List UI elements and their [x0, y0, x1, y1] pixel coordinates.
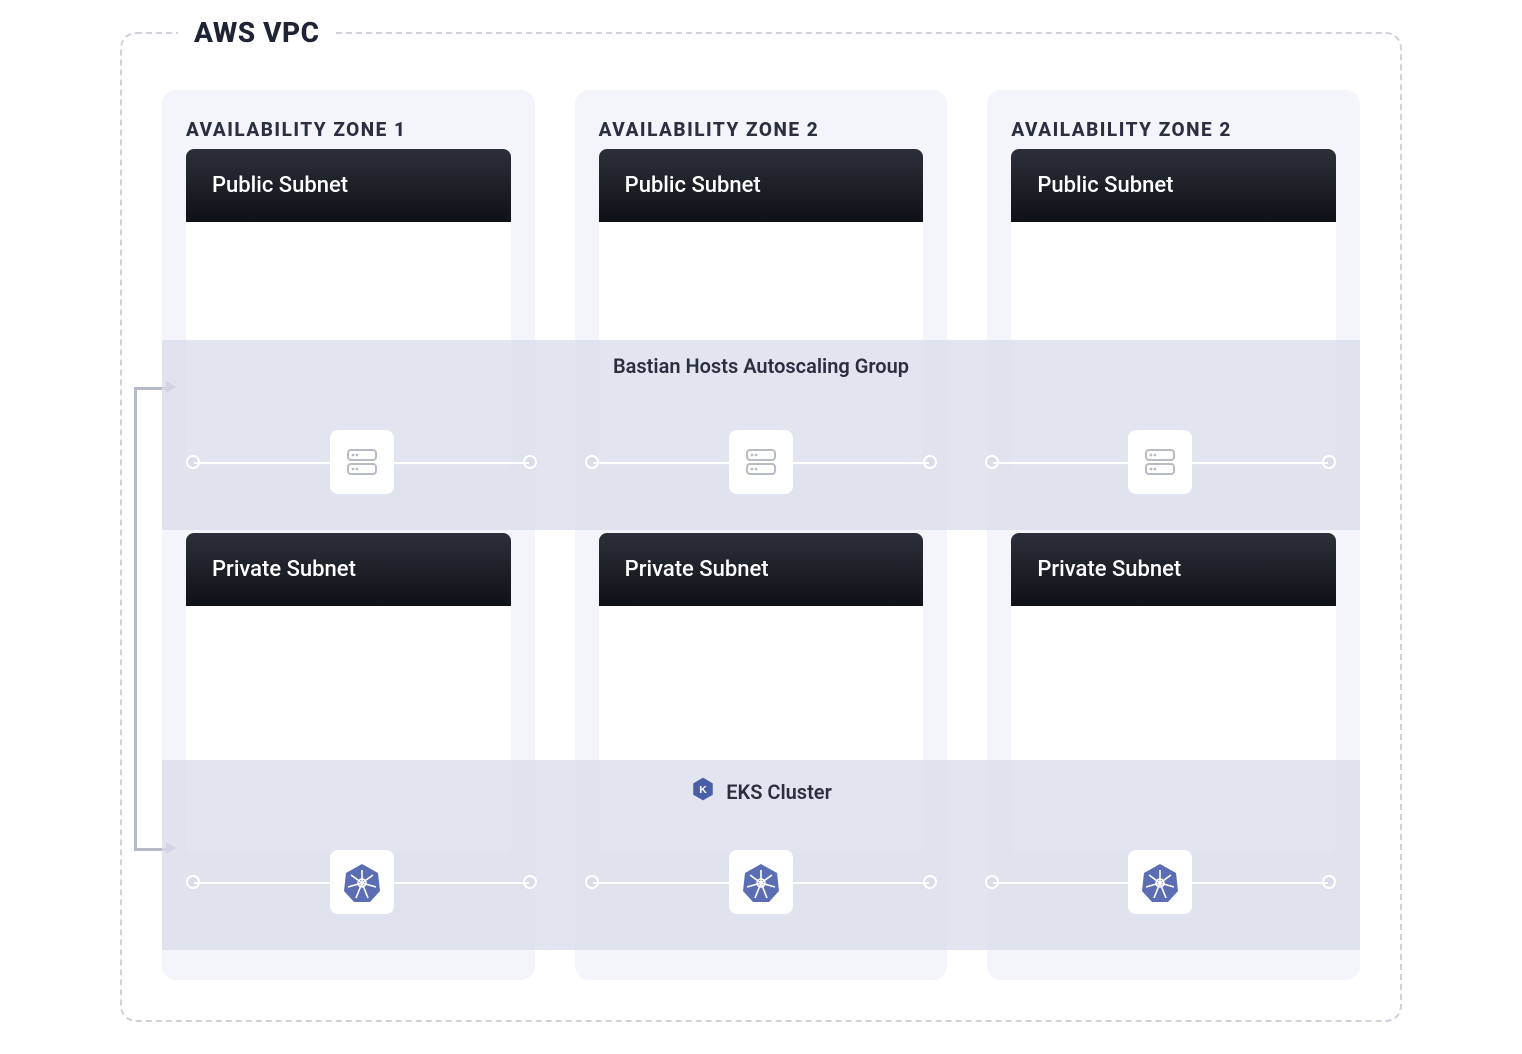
- public-subnet: Public Subnet: [1011, 149, 1336, 469]
- zone-title: AVAILABILITY ZONE 1: [186, 118, 511, 141]
- private-subnet: Private Subnet: [186, 533, 511, 853]
- zone-title: AVAILABILITY ZONE 2: [1011, 118, 1336, 141]
- private-subnet-body: [1011, 606, 1336, 853]
- public-subnet: Public Subnet: [599, 149, 924, 469]
- connector-line: [134, 390, 137, 850]
- vpc-title: AWS VPC: [178, 16, 336, 49]
- public-subnet-body: [599, 222, 924, 469]
- private-subnet-body: [599, 606, 924, 853]
- availability-zone-3: AVAILABILITY ZONE 2 Public Subnet Privat…: [987, 90, 1360, 980]
- public-subnet-header: Public Subnet: [599, 149, 924, 222]
- private-subnet-body: [186, 606, 511, 853]
- private-subnet-header: Private Subnet: [599, 533, 924, 606]
- public-subnet: Public Subnet: [186, 149, 511, 469]
- private-subnet: Private Subnet: [1011, 533, 1336, 853]
- arrow-to-bastion: [134, 387, 170, 390]
- availability-zone-1: AVAILABILITY ZONE 1 Public Subnet Privat…: [162, 90, 535, 980]
- arrow-to-bastion-head: [166, 381, 176, 393]
- public-subnet-body: [1011, 222, 1336, 469]
- private-subnet-header: Private Subnet: [1011, 533, 1336, 606]
- private-subnet-header: Private Subnet: [186, 533, 511, 606]
- public-subnet-body: [186, 222, 511, 469]
- zone-title: AVAILABILITY ZONE 2: [599, 118, 924, 141]
- aws-vpc-container: AWS VPC AVAILABILITY ZONE 1 Public Subne…: [120, 32, 1402, 1022]
- private-subnet: Private Subnet: [599, 533, 924, 853]
- public-subnet-header: Public Subnet: [186, 149, 511, 222]
- arrow-to-eks: [134, 848, 170, 851]
- zones-row: AVAILABILITY ZONE 1 Public Subnet Privat…: [162, 90, 1360, 980]
- availability-zone-2: AVAILABILITY ZONE 2 Public Subnet Privat…: [575, 90, 948, 980]
- public-subnet-header: Public Subnet: [1011, 149, 1336, 222]
- arrow-to-eks-head: [166, 842, 176, 854]
